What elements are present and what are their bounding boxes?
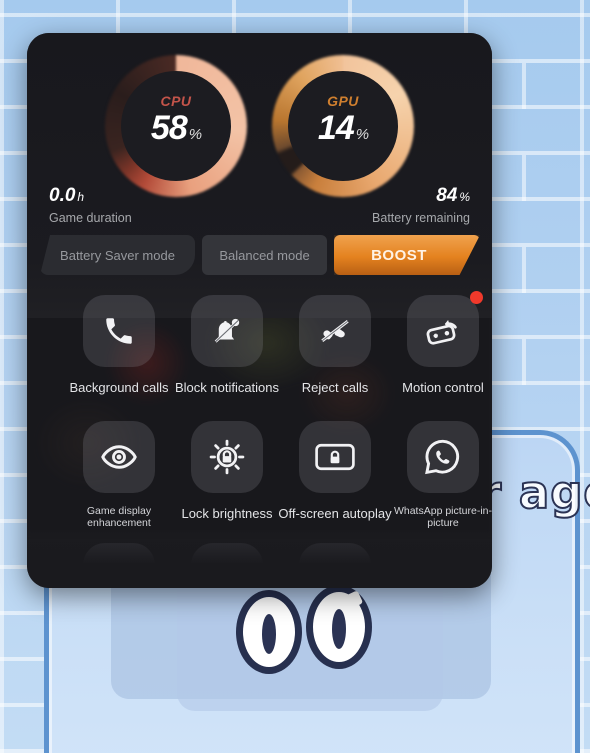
mascot-pupil-right: [332, 608, 346, 649]
gpu-value-number: 14: [317, 109, 355, 147]
battery-number: 84: [436, 185, 458, 206]
whatsapp-icon: [425, 439, 461, 475]
mode-battery-saver-label: Battery Saver mode: [60, 247, 175, 263]
mascot-eye-right: [306, 585, 372, 669]
game-toolbox-panel: CPU 58% GPU 14% 0.0 h Game duration 84% B…: [27, 33, 492, 588]
gamepad-rotate-icon: [424, 314, 462, 348]
mascot-pupil-left: [262, 613, 276, 654]
performance-gauges: CPU 58% GPU 14% 0.0 h Game duration 84% B…: [27, 45, 492, 225]
eye-icon: [101, 443, 137, 471]
gpu-gauge-label: GPU: [327, 93, 359, 109]
toolbox-row-2: Game display enhancement Lock brightness…: [27, 421, 492, 531]
cpu-gauge: CPU 58%: [105, 55, 247, 197]
cpu-value-number: 58: [150, 109, 188, 147]
notification-off-icon: [210, 314, 244, 348]
cpu-gauge-value: 58%: [105, 109, 247, 148]
brightness-lock-icon: [209, 439, 245, 475]
game-duration-stat: 0.0 h Game duration: [49, 185, 132, 225]
tile-label-game-display-enhancement: Game display enhancement: [86, 505, 152, 529]
battery-remaining-value: 84%: [372, 185, 470, 207]
tile-motion-control[interactable]: [407, 291, 483, 367]
tile-label-lock-brightness: Lock brightness: [181, 506, 273, 521]
tile-label-whatsapp-pip: WhatsApp picture-in-picture: [393, 505, 492, 529]
tile-reject-calls[interactable]: [299, 295, 371, 367]
game-duration-number: 0.0: [49, 185, 76, 206]
bottom-navigation: ❮ ❯: [0, 691, 590, 753]
mode-balanced-label: Balanced mode: [219, 247, 310, 263]
mode-balanced[interactable]: Balanced mode: [202, 235, 327, 275]
mode-boost-label: BOOST: [371, 246, 427, 264]
mascot-eye-left: [236, 590, 302, 674]
motion-control-badge: [470, 291, 483, 304]
game-duration-value: 0.0 h: [49, 185, 132, 207]
battery-unit: %: [459, 190, 470, 204]
gpu-gauge-value: 14%: [272, 109, 414, 148]
tile-game-display-enhancement[interactable]: [83, 421, 155, 493]
tile-label-reject-calls: Reject calls: [301, 380, 369, 395]
phone-slash-icon: [317, 313, 353, 349]
tile-label-off-screen-autoplay: Off-screen autoplay: [278, 506, 392, 521]
gpu-gauge: GPU 14%: [272, 55, 414, 197]
panel-bottom-fade: [27, 528, 492, 588]
tile-label-block-notifications: Block notifications: [174, 380, 280, 395]
tile-background-calls[interactable]: [83, 295, 155, 367]
tile-off-screen-autoplay[interactable]: [299, 421, 371, 493]
gpu-value-unit: %: [355, 126, 369, 143]
screen-lock-icon: [315, 443, 355, 471]
toolbox-row-1: Background calls Block notifications Rej…: [27, 291, 492, 405]
mode-battery-saver[interactable]: Battery Saver mode: [40, 235, 195, 275]
battery-remaining-caption: Battery remaining: [372, 211, 470, 225]
tile-lock-brightness[interactable]: [191, 421, 263, 493]
cpu-gauge-label: CPU: [160, 93, 192, 109]
screenshot-stage: Please enter your age ❮ ❯ CPU 58% GPU 14: [0, 0, 590, 753]
tile-block-notifications[interactable]: [191, 295, 263, 367]
game-duration-unit: h: [77, 190, 85, 204]
tile-whatsapp-pip[interactable]: [407, 421, 479, 493]
tile-label-motion-control: Motion control: [402, 380, 484, 395]
mode-boost[interactable]: BOOST: [334, 235, 480, 275]
performance-mode-selector: Battery Saver mode Balanced mode BOOST: [40, 235, 480, 275]
tile-label-background-calls: Background calls: [69, 380, 169, 395]
game-duration-caption: Game duration: [49, 211, 132, 225]
battery-remaining-stat: 84% Battery remaining: [372, 185, 470, 225]
cpu-value-unit: %: [188, 126, 202, 143]
phone-icon: [102, 314, 136, 348]
